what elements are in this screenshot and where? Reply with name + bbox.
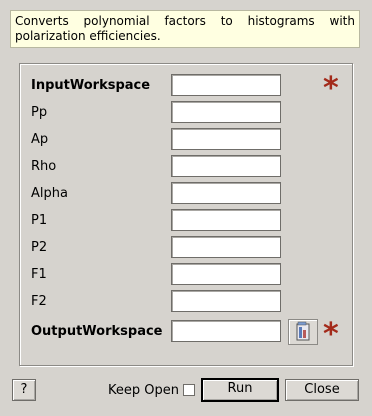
algorithm-description: Converts polynomial factors to histogram… [10,10,360,48]
keep-open-label: Keep Open [108,383,179,398]
keep-open-checkbox[interactable] [183,384,195,396]
label-alpha: Alpha [31,186,68,201]
label-input-workspace: InputWorkspace [31,78,151,93]
row-alpha: Alpha [31,182,351,204]
workspace-icon [296,321,310,341]
label-p2: P2 [31,240,48,255]
label-f1: F1 [31,267,47,282]
rho-field[interactable] [171,155,281,177]
row-f2: F2 [31,290,351,312]
label-pp: Pp [31,105,48,120]
browse-workspace-button[interactable] [288,319,318,345]
close-button[interactable]: Close [285,379,359,401]
p2-field[interactable] [171,236,281,258]
required-marker-output: * [323,317,339,352]
required-marker-input: * [323,71,339,106]
ap-field[interactable] [171,128,281,150]
row-rho: Rho [31,155,351,177]
f2-field[interactable] [171,290,281,312]
label-ap: Ap [31,132,49,147]
row-f1: F1 [31,263,351,285]
label-f2: F2 [31,294,47,309]
row-input-workspace: InputWorkspace [31,74,351,96]
f1-field[interactable] [171,263,281,285]
pp-field[interactable] [171,101,281,123]
label-output-workspace: OutputWorkspace [31,324,163,339]
label-rho: Rho [31,159,57,174]
row-ap: Ap [31,128,351,150]
help-button[interactable]: ? [12,379,36,401]
row-p1: P1 [31,209,351,231]
input-workspace-field[interactable] [171,74,281,96]
alpha-field[interactable] [171,182,281,204]
row-pp: Pp [31,101,351,123]
row-p2: P2 [31,236,351,258]
label-p1: P1 [31,213,48,228]
run-button[interactable]: Run [201,378,279,402]
output-workspace-field[interactable] [171,320,281,342]
p1-field[interactable] [171,209,281,231]
